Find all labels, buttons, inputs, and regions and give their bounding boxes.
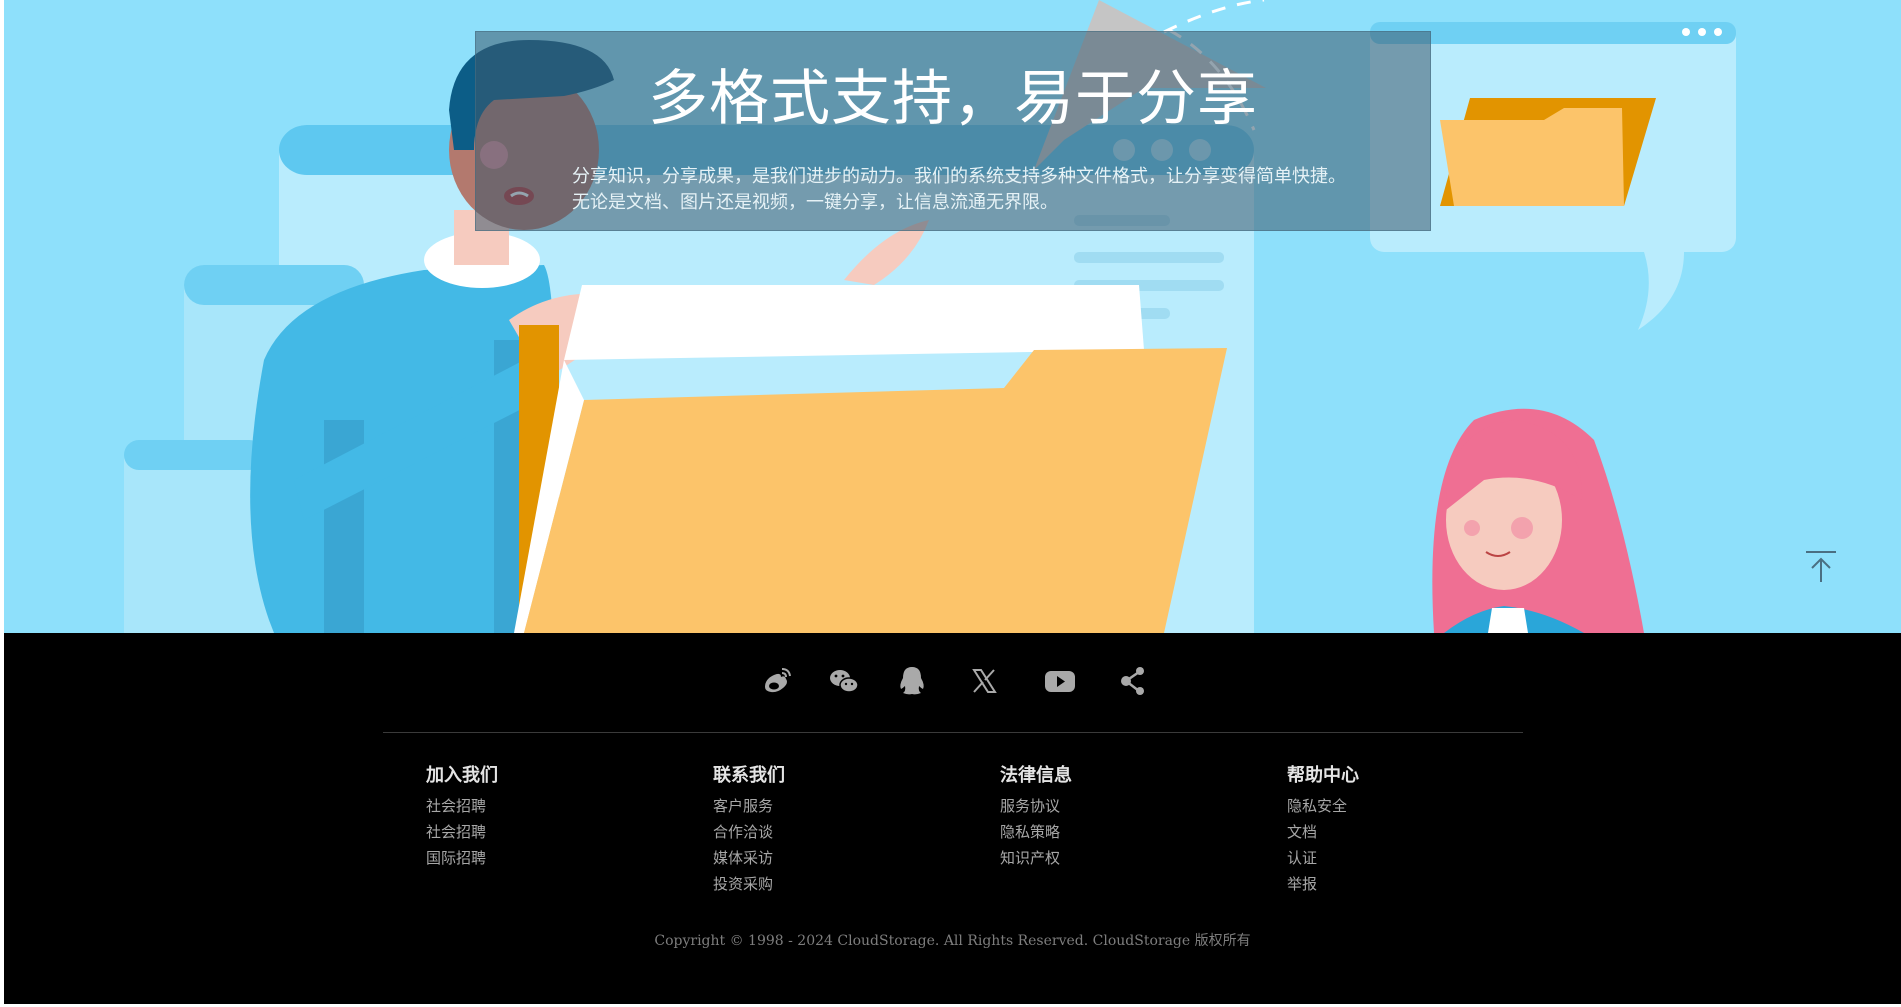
footer-link[interactable]: 媒体采访 xyxy=(713,845,933,871)
footer-column-title: 加入我们 xyxy=(426,765,498,786)
footer-column-contact: 联系我们 客户服务 合作洽谈 媒体采访 投资采购 xyxy=(713,765,933,897)
footer-link[interactable]: 认证 xyxy=(1287,845,1507,871)
youtube-icon[interactable] xyxy=(1042,663,1078,699)
back-to-top-icon[interactable] xyxy=(1804,549,1838,585)
footer-link[interactable]: 客户服务 xyxy=(713,793,933,819)
footer-link[interactable]: 隐私安全 xyxy=(1287,793,1507,819)
footer-divider xyxy=(383,732,1523,733)
footer-column-help: 帮助中心 隐私安全 文档 认证 举报 xyxy=(1287,765,1507,897)
footer-column-title: 法律信息 xyxy=(1000,765,1072,786)
footer-link[interactable]: 社会招聘 xyxy=(426,819,646,845)
social-links xyxy=(4,663,1901,699)
footer-link[interactable]: 合作洽谈 xyxy=(713,819,933,845)
wechat-icon[interactable] xyxy=(826,663,862,699)
footer-link[interactable]: 隐私策略 xyxy=(1000,819,1220,845)
x-icon[interactable] xyxy=(966,663,1002,699)
footer-link[interactable]: 文档 xyxy=(1287,819,1507,845)
footer-link[interactable]: 社会招聘 xyxy=(426,793,646,819)
hero-banner-overlay: 多格式支持，易于分享 分享知识，分享成果，是我们进步的动力。我们的系统支持多种文… xyxy=(475,31,1431,231)
footer-link[interactable]: 举报 xyxy=(1287,871,1507,897)
hero-title: 多格式支持，易于分享 xyxy=(648,64,1258,134)
footer-link[interactable]: 服务协议 xyxy=(1000,793,1220,819)
hero-banner: 多格式支持，易于分享 分享知识，分享成果，是我们进步的动力。我们的系统支持多种文… xyxy=(4,0,1901,633)
page-frame: 多格式支持，易于分享 分享知识，分享成果，是我们进步的动力。我们的系统支持多种文… xyxy=(4,0,1901,1004)
site-footer: 加入我们 社会招聘 社会招聘 国际招聘 联系我们 客户服务 合作洽谈 媒体采访 … xyxy=(4,633,1901,1004)
weibo-icon[interactable] xyxy=(759,663,795,699)
footer-link[interactable]: 知识产权 xyxy=(1000,845,1220,871)
hero-description: 分享知识，分享成果，是我们进步的动力。我们的系统支持多种文件格式，让分享变得简单… xyxy=(572,166,1346,213)
footer-link[interactable]: 投资采购 xyxy=(713,871,933,897)
copyright-text: Copyright © 1998 - 2024 CloudStorage. Al… xyxy=(654,933,1251,949)
footer-column-legal: 法律信息 服务协议 隐私策略 知识产权 xyxy=(1000,765,1220,871)
share-icon[interactable] xyxy=(1114,663,1150,699)
footer-link[interactable]: 国际招聘 xyxy=(426,845,646,871)
footer-column-title: 联系我们 xyxy=(713,765,785,786)
footer-column-join: 加入我们 社会招聘 社会招聘 国际招聘 xyxy=(426,765,646,871)
footer-column-title: 帮助中心 xyxy=(1287,765,1359,786)
qq-icon[interactable] xyxy=(894,663,930,699)
